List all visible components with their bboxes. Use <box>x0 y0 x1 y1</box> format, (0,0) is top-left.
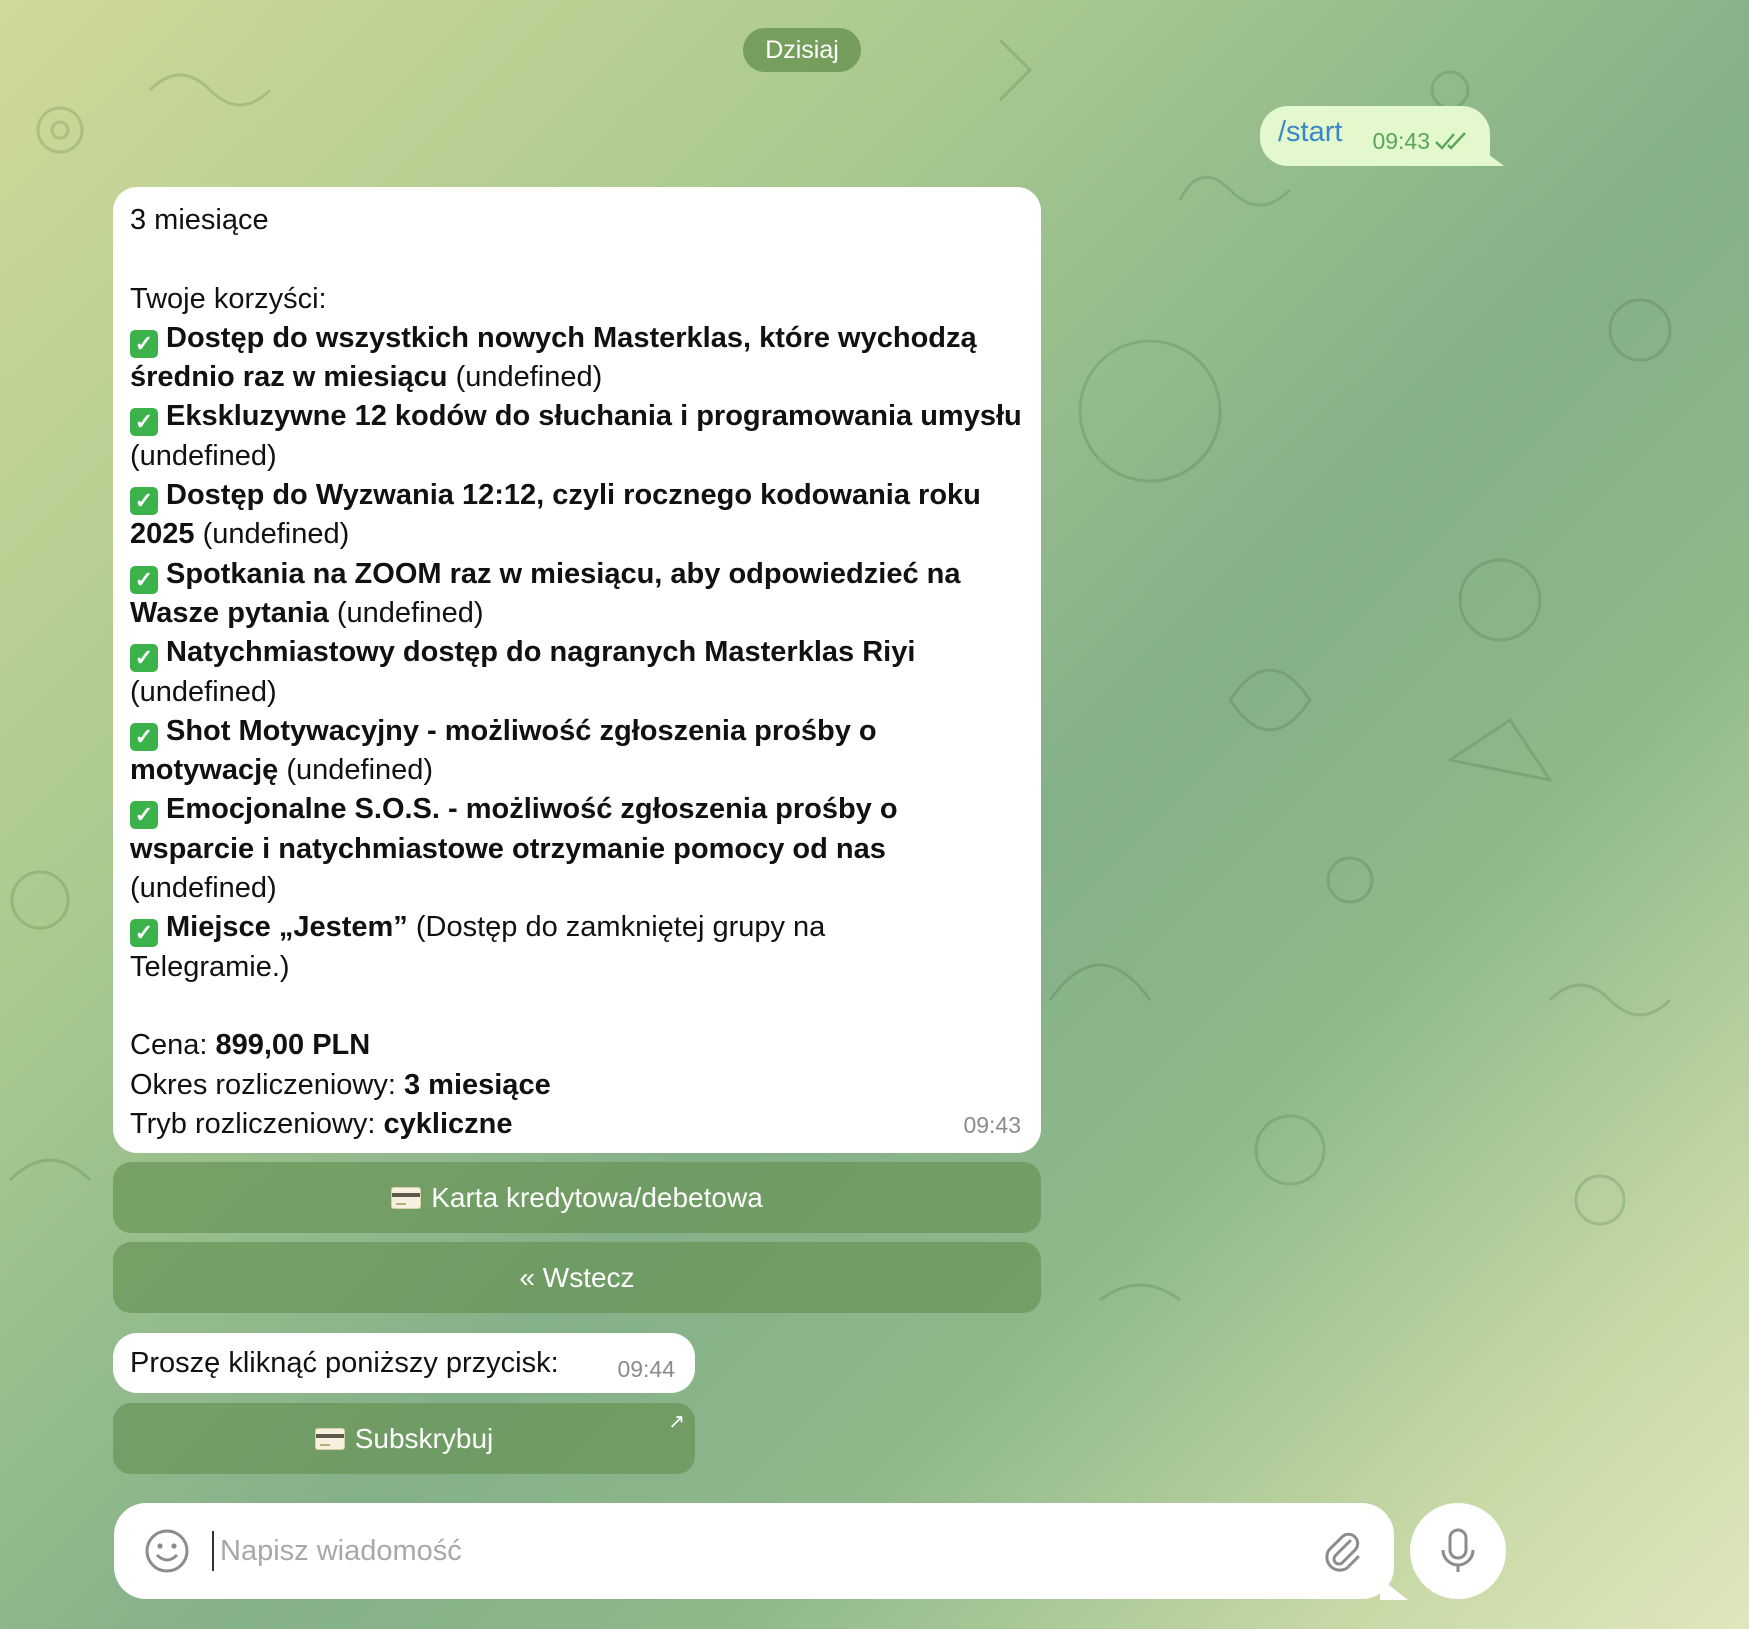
benefit-note: (undefined) <box>194 518 350 551</box>
mode-line: Tryb rozliczeniowy: cykliczne <box>130 1107 513 1140</box>
period-line: Okres rozliczeniowy: 3 miesiące <box>130 1068 551 1101</box>
bot-command-link[interactable]: /start <box>1278 116 1342 149</box>
benefit-item-continuation: średnio raz w miesiącu (undefined) <box>130 358 1023 397</box>
benefit-item-continuation: Telegramie.) <box>130 948 1023 987</box>
benefit-note: (undefined) <box>130 675 277 708</box>
benefit-text: Natychmiastowy dostęp do nagranych Maste… <box>166 636 916 669</box>
subscribe-button[interactable]: Subskrybuj ↗ <box>113 1403 695 1474</box>
outgoing-message: /start 09:43 <box>1260 106 1490 166</box>
period-value: 3 miesiące <box>403 1068 551 1101</box>
benefit-item-continuation: 2025 (undefined) <box>130 515 1023 554</box>
external-link-icon: ↗ <box>668 1411 685 1433</box>
benefit-text: Ekskluzywne 12 kodów do słuchania i prog… <box>166 400 1022 433</box>
price-value: 899,00 PLN <box>215 1029 371 1062</box>
button-label: Karta kredytowa/debetowa <box>431 1181 763 1213</box>
check-mark-icon: ✓ <box>130 919 158 948</box>
check-mark-icon: ✓ <box>130 487 158 516</box>
date-separator: Dzisiaj <box>743 28 861 72</box>
emoji-icon[interactable] <box>144 1528 190 1574</box>
benefit-item-continuation: (undefined) <box>130 869 1023 908</box>
benefits-list: ✓ Dostęp do wszystkich nowych Masterklas,… <box>130 319 1023 987</box>
bubble-tail <box>1480 148 1504 166</box>
benefit-text: Miejsce „Jestem” <box>166 911 408 944</box>
back-button[interactable]: « Wstecz <box>113 1242 1041 1313</box>
check-mark-icon: ✓ <box>130 722 158 751</box>
credit-card-icon <box>314 1427 345 1450</box>
offer-message: 3 miesiące Twoje korzyści: ✓ Dostęp do ws… <box>113 187 1041 1153</box>
benefit-note: (undefined) <box>130 872 277 905</box>
benefit-item: ✓ Dostęp do wszystkich nowych Masterklas,… <box>130 319 1023 358</box>
benefit-text: średnio raz w miesiącu <box>130 361 448 394</box>
check-mark-icon: ✓ <box>130 565 158 594</box>
offer-title: 3 miesiące <box>130 204 269 236</box>
benefit-note: Telegramie.) <box>130 950 290 983</box>
benefit-item: ✓ Ekskluzywne 12 kodów do słuchania i pro… <box>130 397 1023 437</box>
benefit-item: ✓ Emocjonalne S.O.S. - możliwość zgłoszen… <box>130 790 1023 830</box>
benefit-item-continuation: motywację (undefined) <box>130 751 1023 790</box>
benefit-note: (undefined) <box>328 596 484 629</box>
benefit-item-continuation: Wasze pytania (undefined) <box>130 594 1023 633</box>
benefit-text: Dostęp do Wyzwania 12:12, czyli rocznego… <box>166 479 981 512</box>
composer-tail <box>1380 1578 1408 1600</box>
benefit-item: ✓ Natychmiastowy dostęp do nagranych Mast… <box>130 633 1023 673</box>
benefit-text: motywację <box>130 754 279 787</box>
benefit-note: (undefined) <box>447 361 603 394</box>
benefit-item-continuation: (undefined) <box>130 437 1023 476</box>
prompt-message: Proszę kliknąć poniższy przycisk: 09:44 <box>113 1333 695 1393</box>
check-mark-icon: ✓ <box>130 329 158 358</box>
check-mark-icon: ✓ <box>130 801 158 830</box>
benefit-text: Spotkania na ZOOM raz w miesiącu, aby od… <box>166 557 961 590</box>
benefit-note: (Dostęp do zamkniętej grupy na <box>407 911 826 944</box>
message-meta: 09:43 <box>1372 128 1468 155</box>
benefit-text: Emocjonalne S.O.S. - możliwość zgłoszeni… <box>166 793 898 826</box>
benefit-item: ✓ Miejsce „Jestem” (Dostęp do zamkniętej … <box>130 908 1023 948</box>
benefit-note: (undefined) <box>130 439 277 472</box>
prompt-text: Proszę kliknąć poniższy przycisk: <box>130 1346 559 1379</box>
attach-icon[interactable] <box>1320 1529 1364 1573</box>
benefit-item: ✓ Spotkania na ZOOM raz w miesiącu, aby o… <box>130 555 1023 594</box>
benefit-text: Dostęp do wszystkich nowych Masterklas, … <box>166 321 977 354</box>
benefit-note: (undefined) <box>278 754 434 787</box>
voice-record-button[interactable] <box>1410 1503 1506 1599</box>
price-line: Cena: 899,00 PLN <box>130 1029 371 1062</box>
message-composer <box>114 1503 1394 1599</box>
message-time: 09:43 <box>1372 127 1430 154</box>
benefit-item: ✓ Shot Motywacyjny - możliwość zgłoszenia… <box>130 712 1023 751</box>
message-input[interactable] <box>212 1531 1320 1571</box>
check-mark-icon: ✓ <box>130 644 158 673</box>
button-label: Subskrybuj <box>354 1422 494 1454</box>
credit-card-icon <box>391 1186 422 1209</box>
double-check-icon <box>1435 132 1466 150</box>
benefits-heading: Twoje korzyści: <box>130 282 327 315</box>
mode-value: cykliczne <box>383 1107 513 1140</box>
button-label: « Wstecz <box>519 1261 635 1293</box>
benefit-text: 2025 <box>130 518 195 551</box>
message-time: 09:43 <box>963 1111 1021 1138</box>
benefit-item-continuation: wsparcie i natychmiastowe otrzymanie pom… <box>130 830 1023 869</box>
benefit-text: wsparcie i natychmiastowe otrzymanie pom… <box>130 832 886 865</box>
check-mark-icon: ✓ <box>130 408 158 437</box>
microphone-icon <box>1441 1528 1475 1572</box>
message-time: 09:44 <box>617 1355 675 1382</box>
card-payment-button[interactable]: Karta kredytowa/debetowa <box>113 1162 1041 1233</box>
benefit-text: Wasze pytania <box>130 596 329 629</box>
benefit-item-continuation: (undefined) <box>130 673 1023 712</box>
benefit-item: ✓ Dostęp do Wyzwania 12:12, czyli roczneg… <box>130 476 1023 516</box>
benefit-text: Shot Motywacyjny - możliwość zgłoszenia … <box>166 714 877 747</box>
